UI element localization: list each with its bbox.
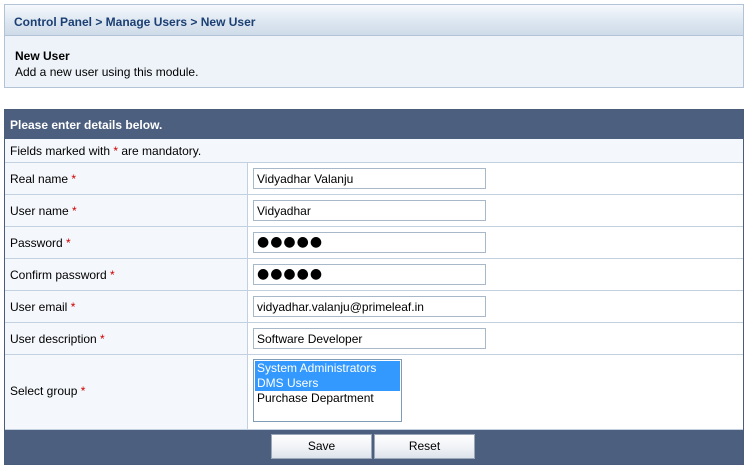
password-cell	[248, 227, 743, 258]
select-group-cell: System Administrators DMS Users Purchase…	[248, 355, 743, 429]
user-email-label: User email *	[10, 300, 75, 314]
breadcrumb: Control Panel > Manage Users > New User	[14, 15, 256, 29]
mandatory-note: Fields marked with * are mandatory.	[5, 139, 743, 163]
real-name-label: Real name *	[10, 172, 76, 186]
page-description: Add a new user using this module.	[15, 65, 199, 79]
confirm-password-cell	[248, 259, 743, 290]
user-name-cell	[248, 195, 743, 226]
select-group-label: Select group *	[10, 384, 85, 398]
required-star: *	[70, 300, 76, 314]
confirm-password-input[interactable]	[253, 264, 486, 285]
confirm-password-label: Confirm password *	[10, 268, 115, 282]
select-group-label-text: Select group	[10, 384, 78, 398]
required-star: *	[100, 332, 105, 346]
required-star: *	[71, 172, 77, 186]
user-description-cell	[248, 323, 743, 354]
real-name-label-text: Real name	[10, 172, 69, 186]
real-name-input[interactable]	[253, 168, 486, 189]
user-email-input[interactable]	[253, 296, 486, 317]
user-name-label-text: User name	[10, 204, 69, 218]
user-description-input[interactable]	[253, 328, 486, 349]
note-prefix: Fields marked with	[10, 144, 114, 158]
user-email-cell	[248, 291, 743, 322]
module-intro: New User Add a new user using this modul…	[4, 36, 744, 88]
breadcrumb-bar: Control Panel > Manage Users > New User	[4, 4, 744, 36]
required-star: *	[80, 384, 86, 398]
note-suffix: are mandatory.	[118, 144, 202, 158]
form-header-text: Please enter details below.	[10, 118, 163, 132]
password-label: Password *	[10, 236, 71, 250]
field-row-real-name: Real name *	[5, 163, 743, 195]
user-email-label-text: User email	[10, 300, 68, 314]
field-row-user-name: User name *	[5, 195, 743, 227]
confirm-password-label-text: Confirm password	[10, 268, 107, 282]
group-listbox[interactable]: System Administrators DMS Users Purchase…	[253, 359, 402, 422]
save-button[interactable]: Save	[271, 434, 372, 459]
real-name-cell	[248, 163, 743, 194]
group-option-purchase-department[interactable]: Purchase Department	[255, 391, 400, 406]
field-row-user-description: User description *	[5, 323, 743, 355]
user-description-label: User description *	[10, 332, 105, 346]
required-star: *	[110, 268, 115, 282]
user-name-input[interactable]	[253, 200, 486, 221]
user-name-label: User name *	[10, 204, 77, 218]
user-description-label-text: User description	[10, 332, 97, 346]
new-user-form: Please enter details below. Fields marke…	[4, 109, 744, 465]
page-title: New User	[15, 49, 70, 63]
field-row-password: Password *	[5, 227, 743, 259]
form-header: Please enter details below.	[5, 110, 743, 139]
required-star: *	[66, 236, 71, 250]
password-input[interactable]	[253, 232, 486, 253]
group-option-dms-users[interactable]: DMS Users	[255, 376, 400, 391]
field-row-select-group: Select group * System Administrators DMS…	[5, 355, 743, 430]
group-option-system-administrators[interactable]: System Administrators	[255, 361, 400, 376]
required-star: *	[72, 204, 77, 218]
field-row-user-email: User email *	[5, 291, 743, 323]
form-footer: Save Reset	[5, 430, 743, 464]
field-row-confirm-password: Confirm password *	[5, 259, 743, 291]
mandatory-note-text: Fields marked with * are mandatory.	[10, 144, 201, 158]
password-label-text: Password	[10, 236, 63, 250]
reset-button[interactable]: Reset	[374, 434, 475, 459]
